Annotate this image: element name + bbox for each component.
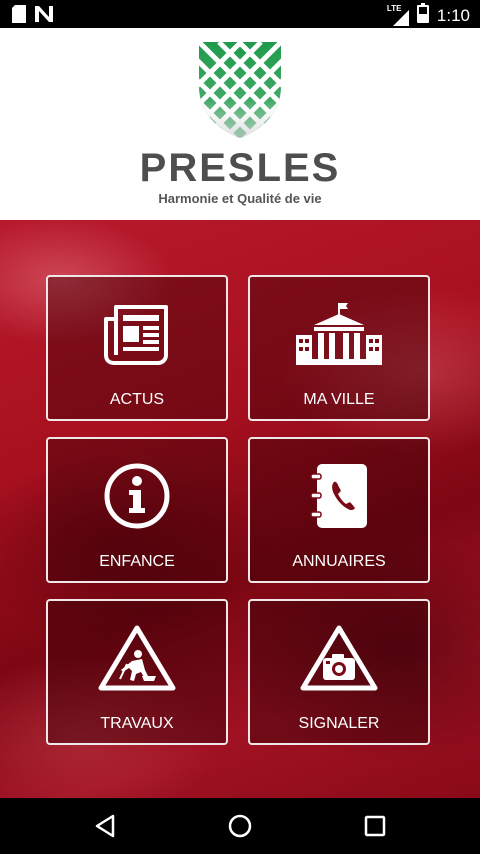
clock: 1:10 (436, 5, 470, 25)
menu-grid: ACTUS MA VILLE ENFANCE ANNUAIRES TRAVAUX… (0, 220, 480, 798)
tile-label: TRAVAUX (100, 715, 174, 732)
tile-signaler[interactable]: SIGNALER (248, 599, 430, 745)
battery-icon (416, 3, 429, 28)
tile-enfance[interactable]: ENFANCE (46, 437, 228, 583)
back-icon (95, 814, 115, 838)
tile-ma-ville[interactable]: MA VILLE (248, 275, 430, 421)
tile-label: ANNUAIRES (292, 553, 386, 570)
town-tagline: Harmonie et Qualité de vie (158, 191, 322, 206)
tile-label: ACTUS (109, 391, 165, 408)
tile-actus[interactable]: ACTUS (46, 275, 228, 421)
system-nav-bar (0, 798, 480, 854)
app-header: PRESLES Harmonie et Qualité de vie (0, 28, 480, 220)
tile-label: SIGNALER (298, 715, 380, 732)
tile-annuaires[interactable]: ANNUAIRES (248, 437, 430, 583)
roadworks-icon (48, 623, 226, 693)
home-icon (228, 814, 252, 838)
info-icon (48, 461, 226, 531)
tile-label: ENFANCE (99, 553, 175, 570)
camera-warning-icon (250, 623, 428, 693)
sd-card-icon (12, 5, 26, 28)
lte-signal-icon: LTE (387, 4, 409, 26)
newspaper-icon (48, 299, 226, 369)
back-button[interactable] (91, 812, 119, 840)
town-name: PRESLES (139, 146, 341, 190)
tile-label: MA VILLE (303, 391, 375, 408)
tile-travaux[interactable]: TRAVAUX (46, 599, 228, 745)
n-notification-icon (34, 5, 54, 28)
phonebook-icon (250, 461, 428, 531)
town-hall-icon (250, 299, 428, 369)
home-button[interactable] (226, 812, 254, 840)
status-bar: LTE 1:10 (0, 0, 480, 28)
recents-icon (364, 815, 386, 837)
town-crest-logo (199, 42, 281, 143)
recents-button[interactable] (361, 812, 389, 840)
